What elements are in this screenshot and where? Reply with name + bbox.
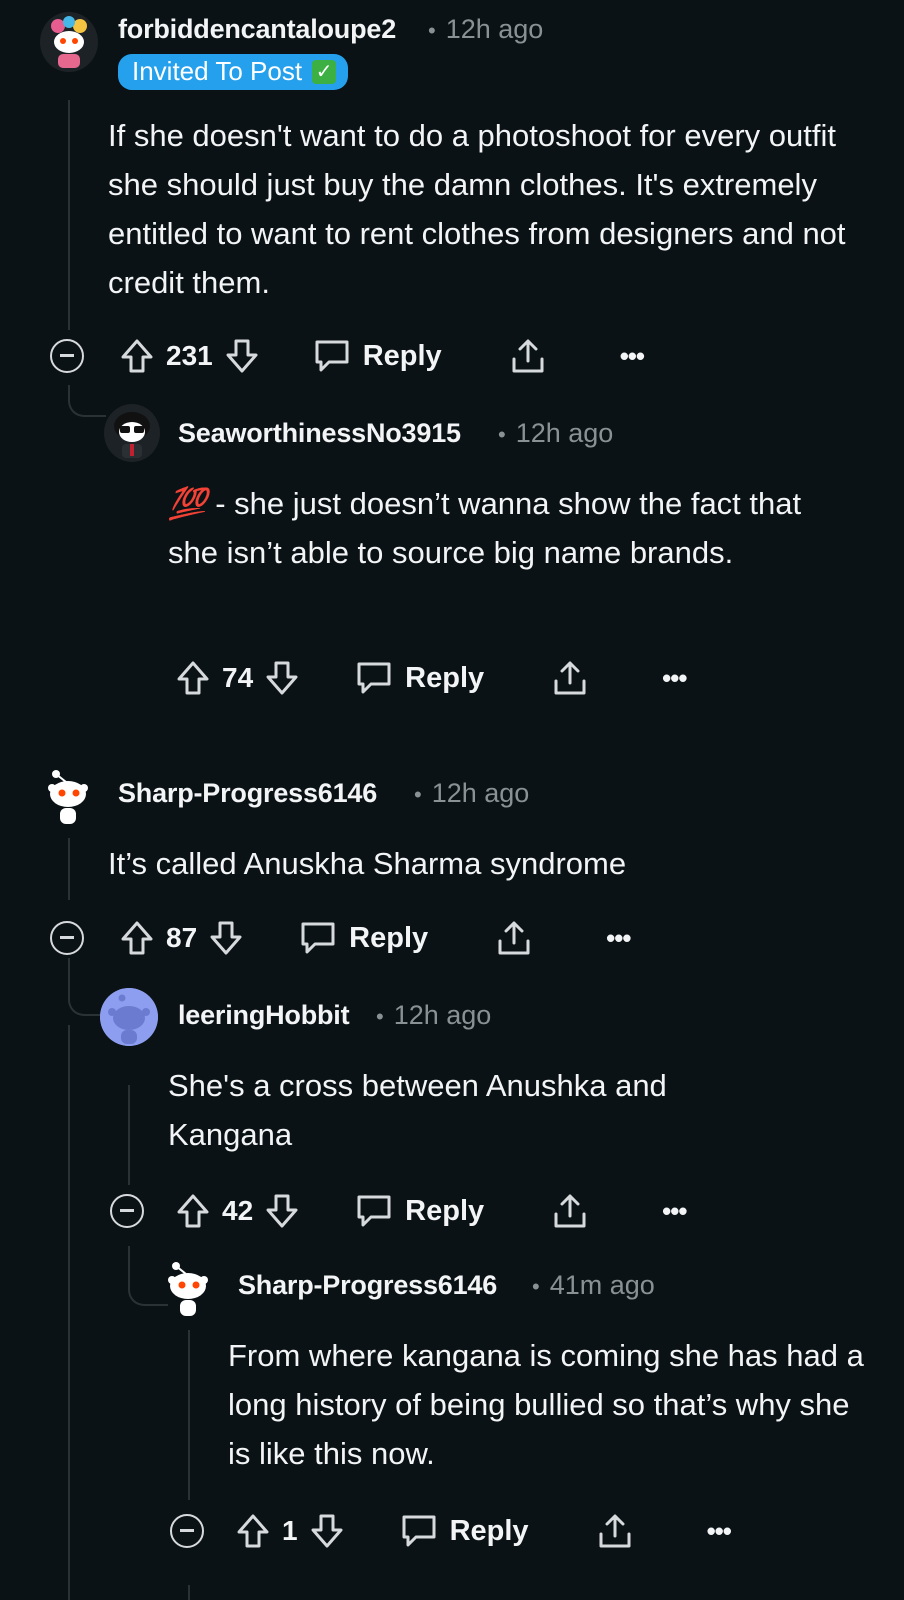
snoo-avatar-icon: [168, 1262, 208, 1316]
check-mark-icon: ✓: [312, 59, 337, 84]
vote-count: 74: [222, 662, 254, 693]
user-flair: Invited To Post ✓: [118, 54, 349, 90]
comment-actions: 87 Reply •••: [50, 916, 631, 960]
reply-button[interactable]: Reply: [349, 922, 428, 955]
more-options-icon[interactable]: •••: [707, 1516, 732, 1547]
downvote-icon[interactable]: [209, 920, 243, 956]
comment-username[interactable]: Sharp-Progress6146: [118, 778, 377, 809]
upvote-icon[interactable]: [176, 1193, 210, 1229]
reply-icon[interactable]: [313, 338, 351, 374]
thread-line: [188, 1585, 190, 1600]
reply-button[interactable]: Reply: [405, 1195, 484, 1228]
share-icon[interactable]: [552, 1192, 588, 1230]
comment-actions: 231 Reply •••: [50, 334, 645, 378]
thread-line: [68, 100, 70, 330]
comment-body: She's a cross between Anushka and Kangan…: [168, 1068, 667, 1152]
snoo-avatar-icon: [100, 988, 158, 1046]
more-options-icon[interactable]: •••: [606, 923, 631, 954]
comment-username[interactable]: forbiddencantaloupe2: [118, 14, 396, 45]
reply-icon[interactable]: [355, 1193, 393, 1229]
avatar[interactable]: [40, 766, 98, 828]
reply-icon[interactable]: [355, 660, 393, 696]
downvote-icon[interactable]: [310, 1513, 344, 1549]
more-options-icon[interactable]: •••: [662, 663, 687, 694]
snoo-avatar-icon: [48, 770, 88, 824]
collapse-thread-button[interactable]: [170, 1514, 204, 1548]
reply-button[interactable]: Reply: [363, 340, 442, 373]
reply-icon[interactable]: [299, 920, 337, 956]
avatar[interactable]: [160, 1258, 218, 1320]
comment-actions: 74 Reply •••: [176, 656, 687, 700]
thread-line: [68, 838, 70, 900]
snoo-avatar-icon: [105, 406, 159, 460]
reply-button[interactable]: Reply: [405, 662, 484, 695]
comment-body: If she doesn't want to do a photoshoot f…: [108, 118, 846, 300]
collapse-thread-button[interactable]: [110, 1194, 144, 1228]
downvote-icon[interactable]: [265, 660, 299, 696]
comment-timestamp: • 41m ago: [532, 1270, 655, 1300]
reply-button[interactable]: Reply: [450, 1515, 529, 1548]
comment-actions: 42 Reply •••: [110, 1189, 687, 1233]
comment-timestamp: • 12h ago: [498, 418, 614, 448]
vote-count: 42: [222, 1195, 254, 1226]
avatar[interactable]: [100, 988, 158, 1046]
comment-username[interactable]: Sharp-Progress6146: [238, 1270, 497, 1301]
vote-count: 1: [282, 1515, 298, 1546]
comment-username[interactable]: leeringHobbit: [178, 1000, 350, 1031]
comment-timestamp: • 12h ago: [428, 14, 544, 44]
share-icon[interactable]: [510, 337, 546, 375]
share-icon[interactable]: [496, 919, 532, 957]
share-icon[interactable]: [552, 659, 588, 697]
downvote-icon[interactable]: [225, 338, 259, 374]
upvote-icon[interactable]: [120, 338, 154, 374]
vote-count: 87: [166, 922, 198, 953]
comment-username[interactable]: SeaworthinessNo3915: [178, 418, 461, 449]
downvote-icon[interactable]: [265, 1193, 299, 1229]
reply-icon[interactable]: [400, 1513, 438, 1549]
collapse-thread-button[interactable]: [50, 339, 84, 373]
vote-count: 231: [166, 340, 213, 371]
upvote-icon[interactable]: [176, 660, 210, 696]
hundred-points-emoji: 💯: [168, 486, 207, 521]
thread-curve: [68, 958, 100, 1016]
upvote-icon[interactable]: [120, 920, 154, 956]
avatar[interactable]: [40, 12, 98, 72]
comment-body: It’s called Anuskha Sharma syndrome: [108, 846, 627, 881]
collapse-thread-button[interactable]: [50, 921, 84, 955]
thread-curve: [68, 385, 106, 417]
comment-actions: 1 Reply •••: [170, 1509, 732, 1553]
comment-timestamp: • 12h ago: [414, 778, 530, 808]
thread-line: [188, 1330, 190, 1500]
comment-body: 💯 - she just doesn’t wanna show the fact…: [168, 486, 802, 570]
thread-line: [68, 1025, 70, 1600]
comment-timestamp: • 12h ago: [376, 1000, 492, 1030]
upvote-icon[interactable]: [236, 1513, 270, 1549]
more-options-icon[interactable]: •••: [662, 1196, 687, 1227]
more-options-icon[interactable]: •••: [620, 341, 645, 372]
share-icon[interactable]: [597, 1512, 633, 1550]
avatar[interactable]: [104, 404, 160, 462]
comment-body: From where kangana is coming she has had…: [228, 1338, 864, 1471]
snoo-avatar-icon: [41, 14, 97, 70]
thread-line: [128, 1085, 130, 1185]
